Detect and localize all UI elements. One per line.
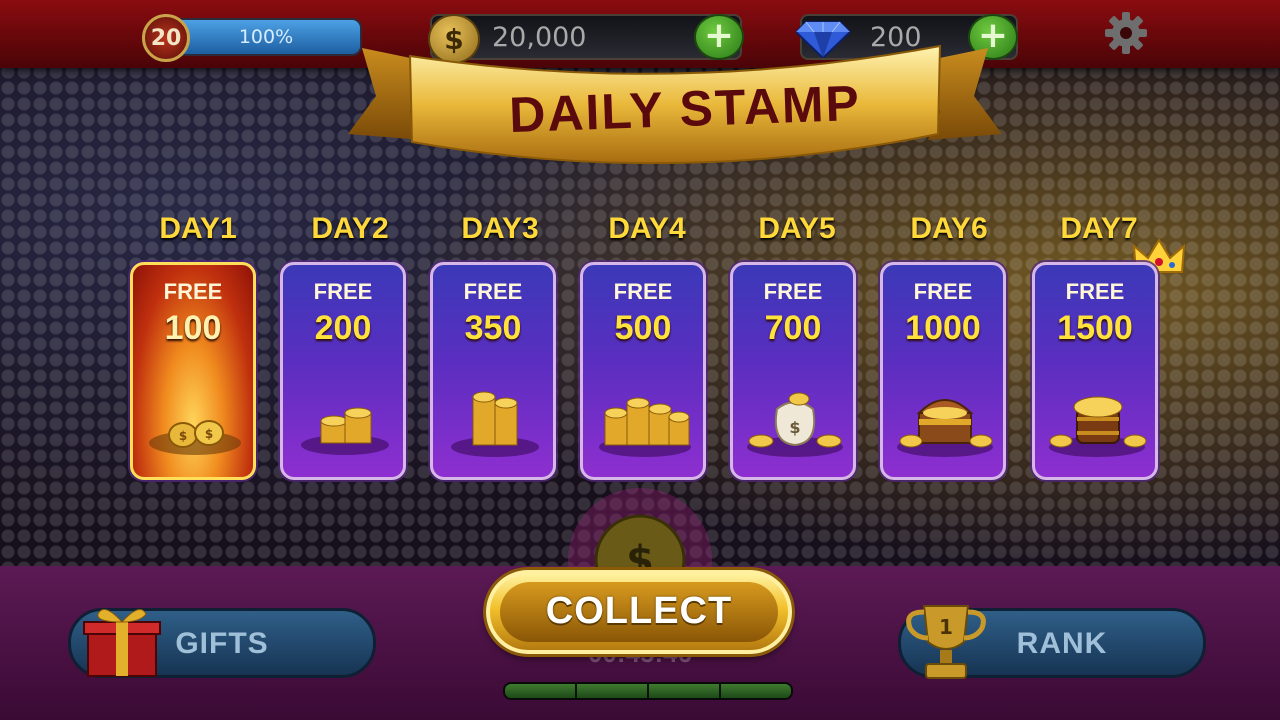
- progress-segment: [721, 684, 791, 698]
- day-label: DAY6: [910, 212, 988, 245]
- reward-amount: 200: [314, 309, 372, 347]
- timer-progress-bar: [503, 682, 793, 700]
- xp-progress-bar: 100%: [170, 18, 362, 56]
- free-label: FREE: [163, 279, 223, 304]
- free-label: FREE: [763, 279, 823, 304]
- day-card-1[interactable]: FREE 100 $ $: [130, 262, 256, 480]
- free-label: FREE: [613, 279, 673, 304]
- gear-icon[interactable]: [1103, 10, 1149, 56]
- day-label: DAY5: [758, 212, 836, 245]
- free-label: FREE: [313, 279, 373, 304]
- day-label: DAY3: [461, 212, 539, 245]
- treasure-chest-icon: [897, 399, 993, 457]
- level-badge: 20: [142, 14, 190, 62]
- progress-segment: [649, 684, 721, 698]
- xp-percent-label: 100%: [238, 26, 294, 48]
- svg-text:$: $: [179, 429, 187, 443]
- day-label: DAY1: [159, 212, 237, 245]
- money-bag-icon: $: [747, 392, 843, 457]
- reward-amount: 350: [464, 309, 522, 347]
- svg-text:$: $: [789, 418, 800, 437]
- progress-segment: [577, 684, 649, 698]
- day-card-7[interactable]: FREE 1500: [1032, 262, 1158, 480]
- coin-stacks-icon: [599, 397, 691, 457]
- day-card-3[interactable]: FREE 350: [430, 262, 556, 480]
- free-label: FREE: [1065, 279, 1125, 304]
- svg-text:$: $: [205, 427, 213, 441]
- trophy-number: 1: [939, 615, 953, 639]
- day-card-4[interactable]: FREE 500: [580, 262, 706, 480]
- free-label: FREE: [463, 279, 523, 304]
- treasure-barrel-icon: [1049, 396, 1147, 457]
- trophy-icon: 1: [906, 605, 986, 679]
- reward-amount: 1500: [1057, 309, 1133, 347]
- coin-tower-icon: [451, 391, 539, 457]
- day-card-2[interactable]: FREE 200: [280, 262, 406, 480]
- coin-stacks-icon: [301, 407, 389, 455]
- day-label: DAY4: [608, 212, 686, 245]
- collect-label: COLLECT: [545, 590, 733, 632]
- reward-amount: 700: [764, 309, 822, 347]
- free-label: FREE: [913, 279, 973, 304]
- day-card-5[interactable]: FREE 700 $: [730, 262, 856, 480]
- progress-segment: [505, 684, 577, 698]
- day-card-6[interactable]: FREE 1000: [880, 262, 1006, 480]
- reward-amount: 1000: [905, 309, 981, 347]
- reward-amount: 500: [614, 309, 672, 347]
- day-label: DAY2: [311, 212, 389, 245]
- collect-button[interactable]: COLLECT: [486, 570, 792, 654]
- coin-pile-icon: $ $: [149, 420, 241, 455]
- reward-amount: 100: [164, 309, 222, 347]
- gift-box-icon: [83, 609, 161, 677]
